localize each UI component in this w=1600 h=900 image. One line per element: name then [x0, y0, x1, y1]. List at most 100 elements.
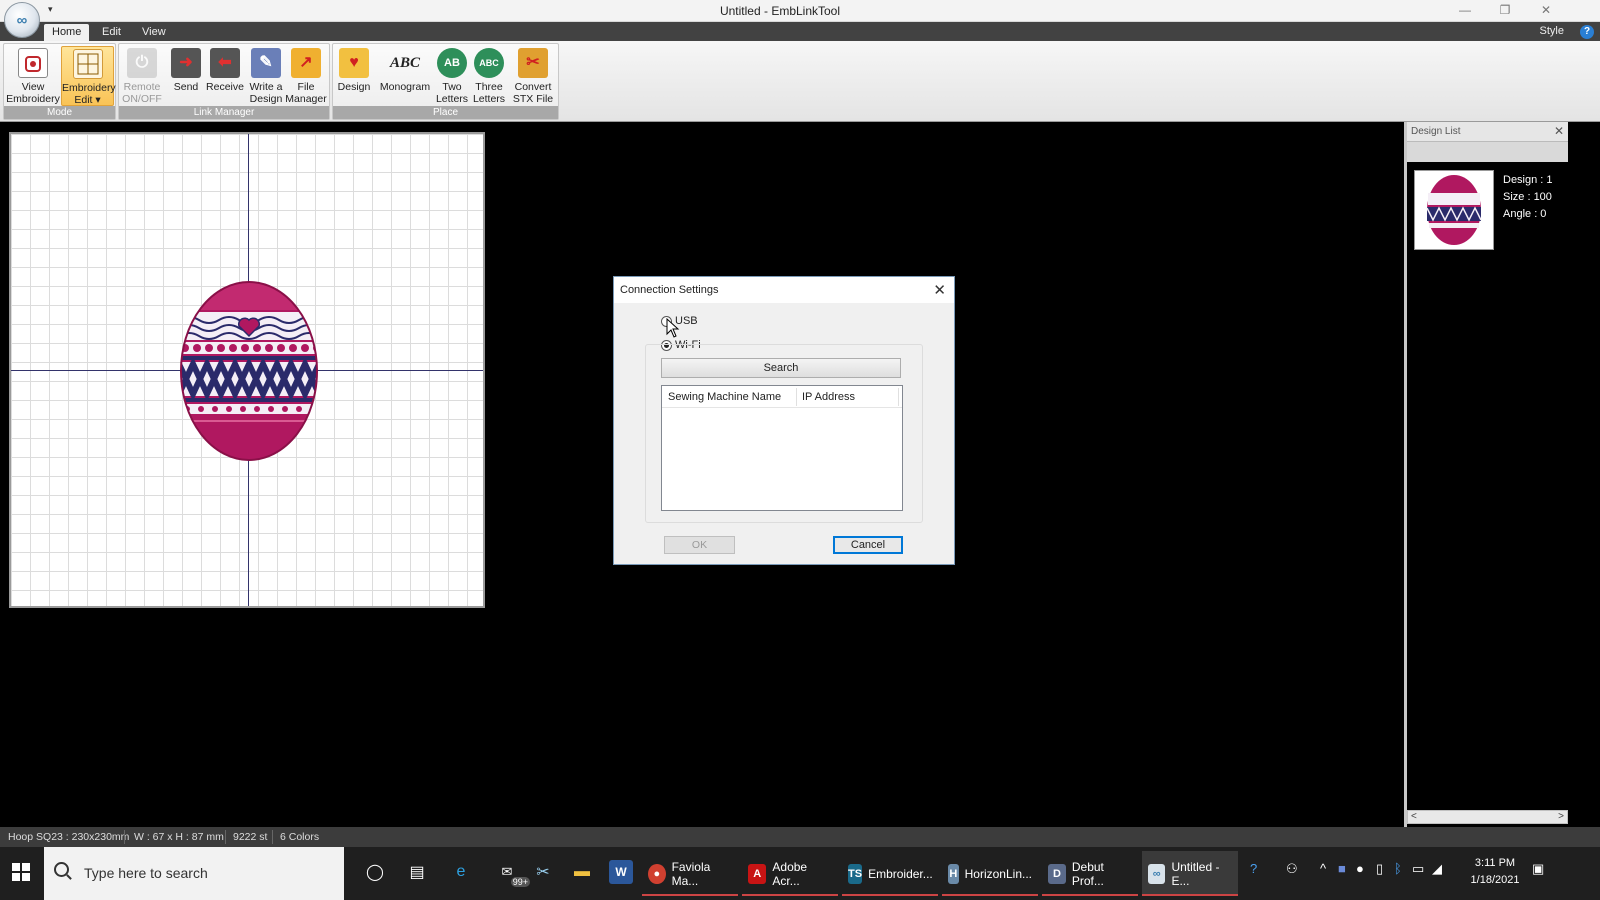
help-tray-icon[interactable]: ? [1250, 861, 1257, 876]
application-menu-button[interactable]: ∞ [4, 2, 40, 38]
notifications-icon[interactable]: ▣ [1532, 861, 1544, 877]
remote-onoff-button[interactable]: ⏻ Remote ON/OFF [121, 46, 163, 106]
convert-stx-label-1: Convert [514, 81, 552, 93]
cortana-icon[interactable]: ◯ [363, 860, 387, 884]
status-dimensions: W : 67 x H : 87 mm [134, 831, 224, 843]
taskbar-app-acrobat[interactable]: A Adobe Acr... [742, 851, 838, 896]
tab-edit[interactable]: Edit [94, 24, 129, 41]
task-view-icon[interactable]: ▤ [405, 860, 429, 884]
bluetooth-icon[interactable]: ᛒ [1394, 861, 1402, 876]
file-manager-button[interactable]: ↗ File Manager [285, 46, 327, 106]
remote-onoff-label-2: ON/OFF [122, 93, 162, 105]
three-letters-button[interactable]: ABC Three Letters [471, 46, 507, 106]
convert-stx-button[interactable]: ✂ Convert STX File ▾ [509, 46, 557, 117]
file-explorer-icon[interactable]: ▬ [570, 860, 594, 884]
debut-recorder-icon: D [1048, 863, 1066, 884]
status-separator [124, 830, 125, 844]
column-divider[interactable] [796, 388, 797, 406]
ok-button[interactable]: OK [664, 536, 735, 554]
group-mode: View Embroidery Embroidery Edit ▾ Mode [3, 43, 116, 120]
hoop-canvas[interactable] [9, 132, 485, 608]
three-letters-icon: ABC [474, 48, 504, 78]
close-window-button[interactable]: ✕ [1536, 3, 1556, 17]
embroidery-hoop-icon [18, 48, 48, 78]
status-bar: Hoop SQ23 : 230x230mm W : 67 x H : 87 mm… [0, 827, 1600, 847]
taskbar-app-label: Faviola Ma... [671, 859, 711, 888]
edge-browser-icon[interactable]: e [449, 860, 473, 884]
column-ip-address[interactable]: IP Address [802, 391, 855, 403]
dialog-title: Connection Settings [620, 284, 719, 296]
scroll-right-icon[interactable]: > [1558, 811, 1564, 822]
taskbar-app-chrome[interactable]: ● Faviola Ma... [642, 851, 738, 896]
taskbar-app-label: HorizonLin... [964, 866, 1032, 881]
design-angle: Angle : 0 [1503, 208, 1547, 220]
two-letters-button[interactable]: AB Two Letters [435, 46, 469, 106]
taskbar-app-embroidery[interactable]: TS Embroider... [842, 851, 938, 896]
minimize-button[interactable]: — [1455, 3, 1475, 17]
battery-icon[interactable]: ▭ [1412, 861, 1424, 877]
snip-tool-icon[interactable]: ✂ [531, 860, 555, 884]
taskbar-search-box[interactable]: Type here to search [44, 847, 344, 900]
people-icon[interactable]: ⚇ [1286, 861, 1298, 877]
design-label: Design [337, 81, 371, 93]
tab-view[interactable]: View [134, 24, 174, 41]
taskbar-app-indicator [842, 894, 938, 896]
taskbar-clock[interactable]: 3:11 PM 1/18/2021 [1460, 855, 1530, 889]
write-design-button[interactable]: ✎ Write a Design [245, 46, 287, 106]
send-label: Send [173, 81, 199, 93]
design-list-close-icon[interactable]: ✕ [1554, 124, 1564, 138]
two-letters-label-2: Letters [435, 93, 469, 105]
taskbar-app-debut[interactable]: D Debut Prof... [1042, 851, 1138, 896]
column-divider[interactable] [898, 388, 899, 406]
design-list-header: Design List ✕ [1407, 122, 1568, 142]
easter-egg-thumbnail-icon [1426, 175, 1482, 245]
monogram-button[interactable]: ABC Monogram [377, 46, 433, 106]
restore-button[interactable]: ❐ [1495, 3, 1515, 17]
design-info: Design : 1 Size : 100 Angle : 0 [1503, 172, 1553, 223]
search-button[interactable]: Search [661, 358, 901, 378]
mail-badge: 99+ [510, 877, 530, 887]
design-button[interactable]: ♥ Design [335, 46, 373, 106]
windows-start-icon[interactable] [12, 863, 30, 881]
receive-button[interactable]: ⬅ Receive [205, 46, 245, 106]
monogram-icon: ABC [390, 55, 421, 71]
machine-list[interactable]: Sewing Machine Name IP Address [661, 385, 903, 511]
easter-egg-design[interactable] [179, 280, 319, 462]
two-letters-label-1: Two [442, 81, 462, 93]
wifi-icon[interactable]: ◢ [1432, 861, 1442, 877]
group-label-link-manager: Link Manager [119, 106, 329, 119]
send-to-machine-icon: ➜ [171, 48, 201, 78]
design-thumbnail[interactable] [1414, 170, 1494, 250]
design-list-panel: Design List ✕ Design : 1 Size : 100 Angl… [1404, 122, 1568, 827]
usb-device-icon[interactable]: ▯ [1376, 861, 1383, 877]
taskbar-app-indicator [1142, 894, 1238, 896]
tray-app-icon[interactable]: ■ [1338, 861, 1346, 876]
clock-time: 3:11 PM [1474, 857, 1516, 869]
taskbar-app-emblinktool[interactable]: ∞ Untitled - E... [1142, 851, 1238, 896]
group-label-place: Place [333, 106, 558, 119]
style-menu[interactable]: Style [1540, 25, 1564, 37]
word-icon[interactable]: W [609, 860, 633, 884]
file-manager-label-1: File [297, 81, 315, 93]
tab-home[interactable]: Home [44, 24, 90, 41]
chevron-up-icon[interactable]: ^ [1320, 861, 1326, 876]
microphone-icon[interactable]: ● [1356, 861, 1364, 876]
connection-settings-dialog: Connection Settings ✕ USB Wi-Fi Search S… [613, 276, 955, 565]
cancel-button[interactable]: Cancel [833, 536, 903, 554]
view-embroidery-button[interactable]: View Embroidery [6, 46, 60, 106]
dialog-close-icon[interactable]: ✕ [933, 281, 946, 299]
monogram-label: Monogram [379, 81, 431, 93]
taskbar-app-indicator [742, 894, 838, 896]
design-folder-icon: ♥ [339, 48, 369, 78]
taskbar-app-label: Untitled - E... [1171, 859, 1220, 888]
embroidery-edit-button[interactable]: Embroidery Edit ▾ [61, 46, 116, 106]
help-icon[interactable]: ? [1580, 25, 1594, 39]
mail-icon[interactable]: ✉ 99+ [490, 860, 530, 887]
column-machine-name[interactable]: Sewing Machine Name [668, 391, 781, 403]
scroll-left-icon[interactable]: < [1411, 811, 1417, 822]
send-button[interactable]: ➜ Send [167, 46, 205, 106]
status-stitches: 9222 st [233, 831, 268, 843]
design-list-scrollbar[interactable]: < > [1407, 810, 1568, 824]
taskbar-app-label: Debut Prof... [1071, 859, 1104, 888]
taskbar-app-horizonlink[interactable]: H HorizonLin... [942, 851, 1038, 896]
